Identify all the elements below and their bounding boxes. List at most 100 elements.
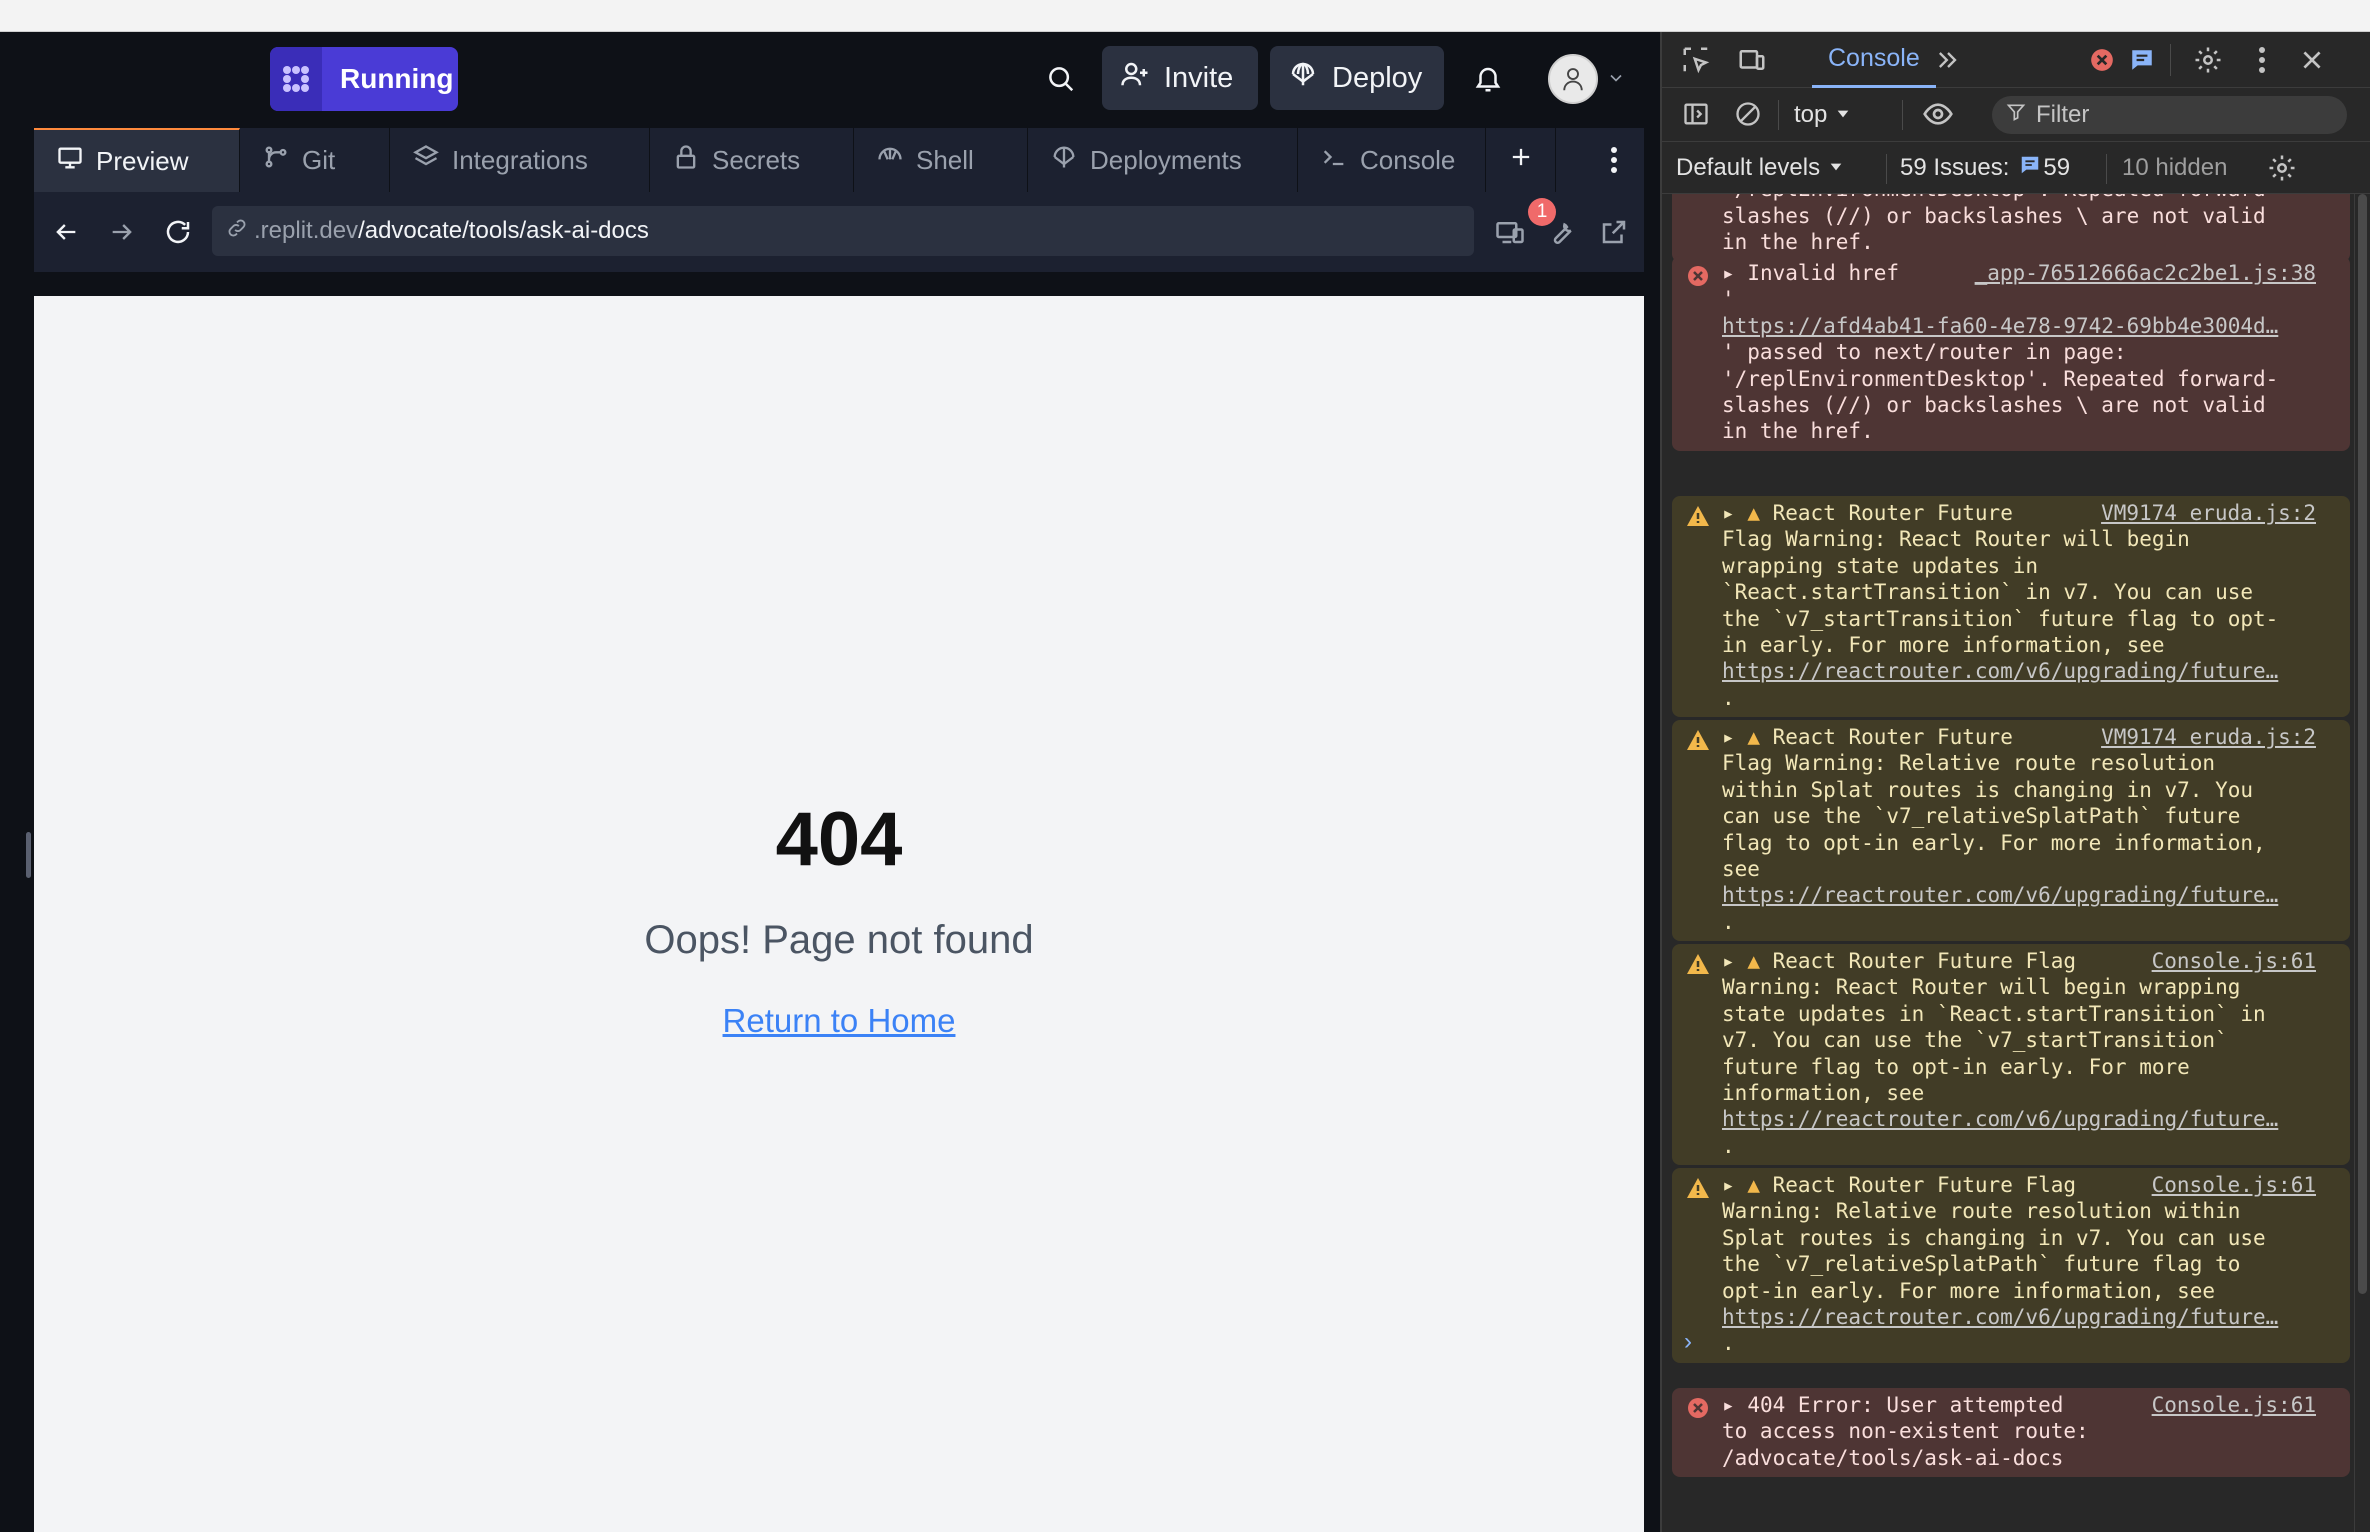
tab-preview[interactable]: Preview	[34, 128, 240, 192]
message-line: v7. You can use the `v7_startTransition`	[1722, 1028, 2228, 1053]
settings-gear-icon[interactable]	[2188, 40, 2228, 80]
run-button[interactable]: Running	[270, 47, 458, 111]
console-error-message[interactable]: passed to next/router in page:'/replEnvi…	[1672, 194, 2350, 262]
console-prompt[interactable]: ›	[1684, 1328, 1692, 1356]
dropdown-arrow-icon	[1828, 154, 1844, 182]
back-arrow-icon[interactable]	[44, 210, 88, 254]
deploy-button[interactable]: Deploy	[1270, 46, 1444, 110]
tab-shell[interactable]: Shell	[854, 128, 1028, 192]
search-icon[interactable]	[1036, 54, 1086, 104]
context-label: top	[1794, 101, 1828, 128]
console-error-message[interactable]: ▸ Invalid href _app-76512666ac2c2be1.js:3…	[1672, 256, 2350, 451]
warning-icon: ▲	[1747, 1173, 1760, 1197]
message-url-link[interactable]: https://reactrouter.com/v6/upgrading/fut…	[1722, 1106, 2340, 1132]
issues-icon	[2019, 154, 2041, 183]
eye-icon[interactable]	[1918, 94, 1958, 134]
resize-handle[interactable]	[26, 832, 31, 878]
reload-icon[interactable]	[156, 210, 200, 254]
forward-arrow-icon[interactable]	[100, 210, 144, 254]
tab-console[interactable]: Console	[1298, 128, 1486, 192]
source-link[interactable]: VM9174 eruda.js:2	[2101, 724, 2316, 751]
invite-button[interactable]: Invite	[1102, 46, 1258, 110]
add-tab-button[interactable]	[1486, 128, 1556, 192]
source-link[interactable]: _app-76512666ac2c2be1.js:38	[1974, 260, 2316, 287]
monitor-icon	[56, 144, 84, 179]
more-icon[interactable]	[1584, 128, 1644, 192]
scroll-thumb[interactable]	[2358, 194, 2367, 1294]
message-url-link[interactable]: https://reactrouter.com/v6/upgrading/fut…	[1722, 658, 2340, 684]
bell-icon[interactable]	[1463, 54, 1513, 104]
filter-input[interactable]: Filter	[1992, 96, 2347, 134]
expand-triangle-icon[interactable]: ▸	[1722, 1393, 1735, 1417]
chevron-down-icon[interactable]	[1606, 68, 1626, 88]
more-tabs-icon[interactable]	[1928, 40, 1968, 80]
levels-dropdown[interactable]: Default levels	[1676, 150, 1844, 186]
console-warning-message[interactable]: ▸ ▲ React Router Future VM9174 eruda.js:2…	[1672, 496, 2350, 718]
tab-label: Preview	[96, 145, 189, 176]
avatar[interactable]	[1548, 54, 1598, 104]
add-user-icon	[1120, 59, 1150, 97]
source-link[interactable]: Console.js:61	[2151, 948, 2316, 975]
inspect-element-icon[interactable]	[1676, 40, 1716, 80]
message-title: 404 Error: User attempted	[1747, 1393, 2064, 1417]
expand-triangle-icon[interactable]: ▸	[1722, 949, 1735, 973]
message-url-link[interactable]: https://afd4ab41-fa60-4e78-9742-69bb4e30…	[1722, 313, 2340, 339]
top-bar: Running Invite Deploy	[0, 32, 1660, 128]
sidebar-toggle-icon[interactable]	[1676, 94, 1716, 134]
tab-integrations[interactable]: Integrations	[390, 128, 650, 192]
tab-label: Deployments	[1090, 144, 1242, 175]
source-link[interactable]: Console.js:61	[2151, 1392, 2316, 1419]
expand-triangle-icon[interactable]: ▸	[1722, 1173, 1735, 1197]
console-error-message[interactable]: ▸ 404 Error: User attempted Console.js:61…	[1672, 1388, 2350, 1478]
message-line: Flag Warning: React Router will begin	[1722, 527, 2190, 552]
expand-triangle-icon[interactable]: ▸	[1722, 261, 1735, 285]
message-line: .	[1722, 685, 1735, 710]
tab-console[interactable]: Console	[1812, 32, 1936, 88]
source-link[interactable]: Console.js:61	[2151, 1172, 2316, 1199]
tab-deployments[interactable]: Deployments	[1028, 128, 1298, 192]
preview-frame: 404 Oops! Page not found Return to Home	[34, 296, 1644, 1532]
tab-git[interactable]: Git	[240, 128, 390, 192]
issues-count: 59	[2043, 154, 2071, 181]
error-code: 404	[775, 797, 903, 882]
message-line: the `v7_relativeSplatPath` future flag t…	[1722, 1252, 2241, 1277]
console-warning-message[interactable]: ▸ ▲ React Router Future Flag Console.js:6…	[1672, 1168, 2350, 1363]
console-scrollbar[interactable]	[2354, 194, 2370, 1532]
message-line: .	[1722, 1133, 1735, 1158]
tab-label: Integrations	[452, 144, 588, 175]
devices-icon[interactable]	[1488, 210, 1532, 254]
message-line: `React.startTransition` in v7. You can u…	[1722, 580, 2254, 605]
preview-url-bar: .replit.dev/advocate/tools/ask-ai-docs	[34, 192, 1644, 272]
message-url-link[interactable]: https://reactrouter.com/v6/upgrading/fut…	[1722, 882, 2340, 908]
clear-console-icon[interactable]	[1728, 94, 1768, 134]
source-link[interactable]: VM9174 eruda.js:2	[2101, 500, 2316, 527]
tab-secrets[interactable]: Secrets	[650, 128, 854, 192]
message-url-link[interactable]: https://reactrouter.com/v6/upgrading/fut…	[1722, 1304, 2340, 1330]
issues-counter[interactable]: 59 Issues: 59	[1900, 150, 2070, 186]
warning-icon: ▲	[1747, 725, 1760, 749]
console-warning-message[interactable]: ▸ ▲ React Router Future VM9174 eruda.js:2…	[1672, 720, 2350, 942]
return-home-link-text[interactable]: Return to Home	[723, 1002, 956, 1039]
context-selector[interactable]: top	[1794, 98, 1851, 132]
message-line: within Splat routes is changing in v7. Y…	[1722, 777, 2254, 802]
message-line: slashes (//) or backslashes \ are not va…	[1722, 393, 2266, 418]
console-messages: passed to next/router in page:'/replEnvi…	[1662, 194, 2352, 1532]
console-settings-icon[interactable]	[2262, 148, 2302, 188]
device-toolbar-icon[interactable]	[1732, 40, 1772, 80]
message-line: .	[1722, 909, 1735, 934]
error-count-icon[interactable]	[2082, 40, 2122, 80]
expand-triangle-icon[interactable]: ▸	[1722, 501, 1735, 525]
return-home-link[interactable]: Return to Home	[34, 1002, 1644, 1040]
console-status-bar: Default levels 59 Issues: 59 10 hidden	[1662, 142, 2370, 194]
message-line: can use the `v7_relativeSplatPath` futur…	[1722, 804, 2241, 829]
invite-label: Invite	[1164, 61, 1234, 94]
console-warning-message[interactable]: ▸ ▲ React Router Future Flag Console.js:6…	[1672, 944, 2350, 1166]
terminal-icon	[1320, 143, 1348, 178]
close-icon[interactable]	[2292, 40, 2332, 80]
external-link-icon[interactable]	[1592, 210, 1636, 254]
message-title: React Router Future	[1772, 501, 2013, 525]
kebab-menu-icon[interactable]	[2242, 40, 2282, 80]
issues-icon[interactable]	[2122, 40, 2162, 80]
expand-triangle-icon[interactable]: ▸	[1722, 725, 1735, 749]
url-input[interactable]: .replit.dev/advocate/tools/ask-ai-docs	[212, 206, 1474, 256]
